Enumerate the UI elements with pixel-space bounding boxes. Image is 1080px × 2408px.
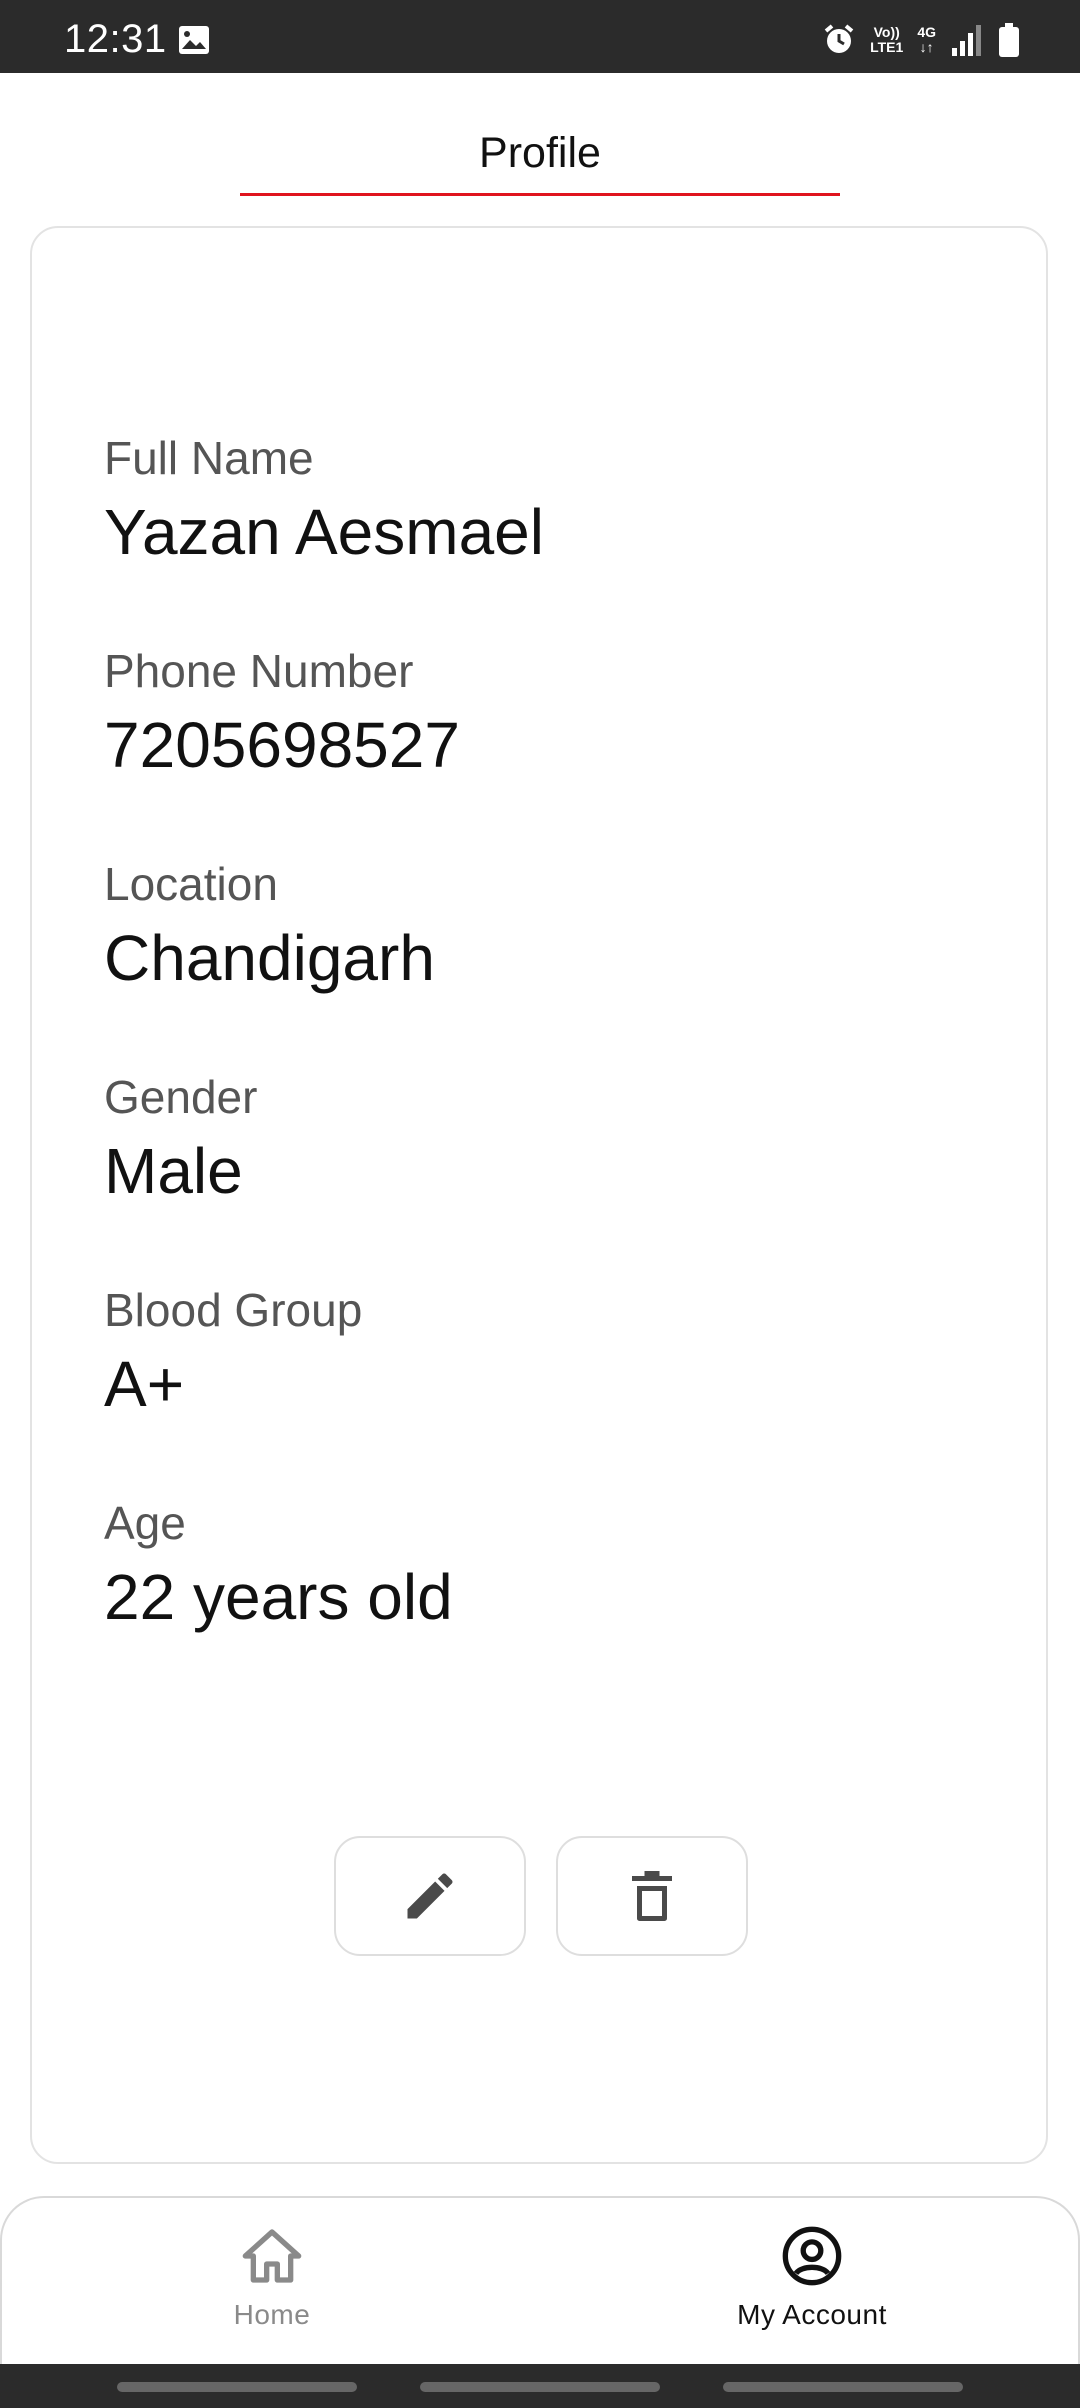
signal-icon [952,25,981,56]
pencil-icon [407,1873,453,1919]
gesture-pill-left[interactable] [117,2382,357,2392]
field-age: Age 22 years old [104,1495,453,1637]
field-value: Chandigarh [104,922,435,994]
alarm-icon [824,24,854,53]
nav-label-home: Home [233,2299,311,2330]
profile-card: Full Name Yazan Aesmael Phone Number 720… [30,226,1048,2164]
nav-item-my-account[interactable]: My Account [662,2224,962,2331]
trash-icon [632,1871,672,1921]
field-label: Age [104,1497,186,1549]
field-value: Yazan Aesmael [104,496,544,568]
field-value: A+ [104,1348,185,1420]
home-icon [242,2229,302,2283]
field-value: Male [104,1135,243,1207]
4g-icon: 4G ↓↑ [917,25,936,55]
data-arrows: ↓↑ [919,39,934,55]
status-icons: Vo)) LTE1 4G ↓↑ [822,20,1020,60]
tab-profile[interactable]: Profile [0,129,1080,178]
field-blood-group: Blood Group A+ [104,1282,362,1424]
status-bar: 12:31 Vo)) LTE1 4G ↓↑ [0,0,1080,73]
field-value: 22 years old [104,1561,453,1633]
lte-label: LTE1 [870,39,904,55]
image-icon [179,26,209,54]
delete-button[interactable] [556,1836,748,1956]
field-label: Location [104,858,278,910]
gesture-pill-right[interactable] [723,2382,963,2392]
field-label: Gender [104,1071,258,1123]
nav-item-home[interactable]: Home [122,2224,422,2331]
account-circle-icon [782,2226,842,2286]
tab-active-indicator [240,193,840,196]
field-label: Full Name [104,432,314,484]
field-location: Location Chandigarh [104,856,435,998]
field-phone-number: Phone Number 7205698527 [104,643,460,785]
system-gesture-bar [0,2364,1080,2408]
battery-icon [999,23,1019,57]
status-time: 12:31 [64,17,167,61]
field-label: Blood Group [104,1284,363,1336]
tab-header: Profile [0,73,1080,201]
volte-label: Vo)) [873,24,900,40]
network-type-label: 4G [917,24,936,40]
gesture-pill-center[interactable] [420,2382,660,2392]
nav-label-my-account: My Account [737,2299,887,2330]
field-label: Phone Number [104,645,414,697]
edit-button[interactable] [334,1836,526,1956]
volte-icon: Vo)) LTE1 [870,25,903,55]
field-value: 7205698527 [104,709,460,781]
field-full-name: Full Name Yazan Aesmael [104,430,544,572]
field-gender: Gender Male [104,1069,257,1211]
bottom-nav: Home My Account [0,2196,1080,2364]
